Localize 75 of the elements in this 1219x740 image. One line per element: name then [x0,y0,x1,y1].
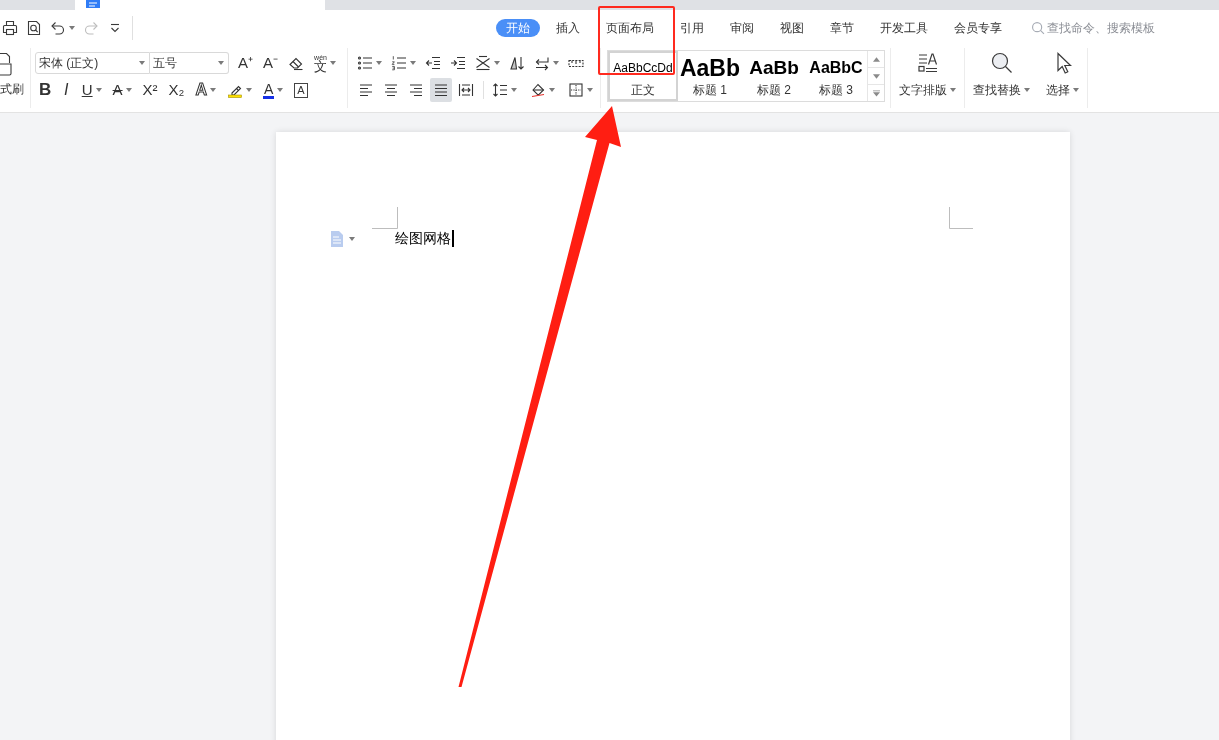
style-preview: AaBb [679,53,741,83]
underline-button[interactable]: U [79,79,104,101]
cross-lines-icon [475,55,491,71]
print-button[interactable] [2,18,18,37]
strikethrough-button[interactable]: A [110,79,134,101]
font-size-dropdown[interactable]: 五号 [150,52,229,74]
paint-bucket-icon [530,82,546,98]
style-item[interactable]: AaBbC 标题 3 [806,51,866,101]
page-magnifier-icon [26,19,42,36]
justify-button[interactable] [430,78,452,102]
italic-button[interactable]: I [60,79,73,101]
style-name: 标题 3 [819,83,853,97]
format-painter-button[interactable]: 式刷 [0,52,24,96]
menu-tab[interactable]: 章节 [820,18,864,37]
paragraph-mark-icon [330,230,344,247]
indent-icon [450,55,466,71]
style-preview: AaBbC [809,58,863,78]
expand-down-icon [872,89,880,97]
align-left-icon [358,82,374,98]
align-right-icon [408,82,424,98]
menu-tab[interactable]: 引用 [670,18,714,37]
select-button[interactable]: 选择 [1038,48,1087,108]
font-color-button[interactable]: A [260,79,286,101]
caret-icon [218,61,224,65]
search-icon [989,51,1014,75]
menu-tab[interactable]: 会员专享 [944,18,1012,37]
numbered-list-icon [391,55,407,71]
grow-button[interactable]: A⁺ [236,52,255,74]
menu-tab[interactable]: 开发工具 [870,18,938,37]
document-text: 绘图网格 [395,230,451,247]
printer-icon [2,19,18,36]
sort-down-icon [509,55,525,71]
undo-arrow-icon [50,19,66,36]
eraser-icon [288,55,305,71]
superscript-button[interactable]: X² [140,79,160,101]
bullet-list-icon [357,55,373,71]
redo-arrow-icon [83,19,99,36]
style-item[interactable]: AaBb 标题 1 [678,51,742,101]
margin-corner-icon [372,207,398,229]
menu-tab[interactable]: 插入 [546,18,590,37]
font-name-dropdown[interactable]: 宋体 (正文) [35,52,150,74]
style-item[interactable]: AaBbCcDd 正文 [608,51,678,101]
text-layout-button[interactable]: 文字排版 [891,48,964,108]
search-field[interactable]: 查找命令、搜索模板 [1031,20,1161,35]
text-layout-icon [915,51,940,75]
menu-tab[interactable]: 视图 [770,18,814,37]
outdent-icon [425,55,441,71]
caret-icon [139,61,145,65]
align-justify-icon [433,82,449,98]
style-item[interactable]: AaBb 标题 2 [742,51,806,101]
margin-corner-icon [949,207,973,229]
shrink-button[interactable]: A⁻ [261,52,281,74]
menu-tab[interactable]: 审阅 [720,18,764,37]
style-name: 正文 [631,83,655,97]
style-name: 标题 2 [757,83,791,97]
return-arrows-icon [534,55,550,71]
align-center-icon [383,82,399,98]
document-tab[interactable] [75,0,325,10]
subscript-button[interactable]: X₂ [166,79,187,101]
search-icon [1031,20,1045,35]
menu-tab[interactable]: 页面布局 [596,18,664,37]
triangle-up-icon [872,56,880,62]
print-preview-button[interactable] [26,18,42,37]
line-spacing-icon [492,82,508,98]
document-icon [86,0,100,8]
style-name: 标题 1 [693,83,727,97]
find-replace-button[interactable]: 查找替换 [965,48,1038,108]
triangle-down-icon [872,73,880,79]
style-preview: AaBbCcDd [613,60,673,77]
bold-button[interactable]: B [37,79,54,101]
border-grid-icon [568,82,584,98]
style-preview: AaBb [749,56,799,80]
brush-icon [0,52,12,76]
caret-icon [349,236,355,241]
distribute-icon [458,82,474,98]
